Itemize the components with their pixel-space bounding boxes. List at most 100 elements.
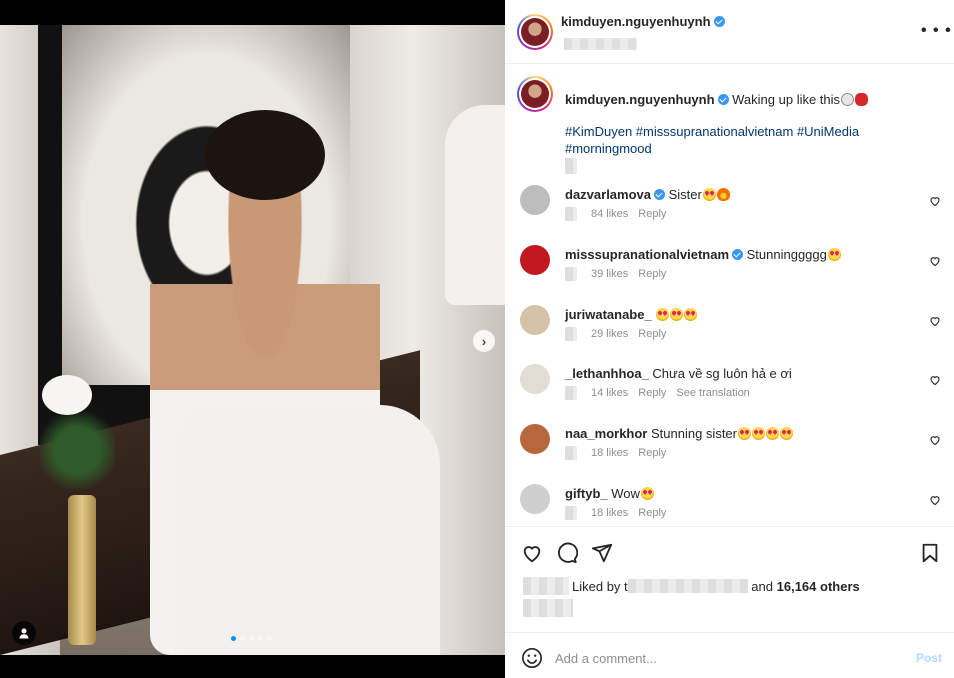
- reply-button[interactable]: Reply: [638, 328, 666, 340]
- heart-eyes-emoji-icon: [780, 427, 793, 440]
- commenter-avatar[interactable]: [520, 484, 550, 514]
- comment-like-heart-icon[interactable]: [929, 255, 941, 267]
- save-bookmark-icon[interactable]: [919, 542, 941, 564]
- reply-button[interactable]: Reply: [638, 507, 666, 519]
- post-side-panel: kimduyen.nguyenhuynh • • • kimduyen.nguy…: [505, 0, 954, 678]
- carousel-dot: [267, 636, 272, 641]
- comment-meta: 29 likes Reply: [565, 327, 666, 341]
- reply-button[interactable]: Reply: [638, 447, 666, 459]
- see-translation-button[interactable]: See translation: [676, 387, 749, 399]
- comment-like-heart-icon[interactable]: [929, 195, 941, 207]
- heart-eyes-emoji-icon: [640, 487, 654, 500]
- commenter-username[interactable]: giftyb_: [565, 486, 608, 501]
- blurred-timestamp: [565, 158, 577, 174]
- likes-summary: Liked by t and 16,164 others: [523, 577, 943, 617]
- blurred-comment-time: [565, 267, 577, 281]
- carousel-dot: [258, 636, 263, 641]
- commenter-avatar[interactable]: [520, 364, 550, 394]
- emoji-picker-icon[interactable]: [521, 647, 543, 669]
- likes-others-link[interactable]: 16,164 others: [777, 579, 860, 594]
- commenter-username[interactable]: juriwatanabe_: [565, 307, 652, 322]
- verified-badge-icon: [654, 189, 665, 200]
- carousel-dot: [231, 636, 236, 641]
- comment-likes-count[interactable]: 84 likes: [591, 208, 628, 220]
- comment-row: juriwatanabe_ 29 likes Reply: [517, 305, 942, 361]
- comment-text-line: juriwatanabe_: [565, 306, 698, 323]
- comment-likes-count[interactable]: 18 likes: [591, 507, 628, 519]
- comment-likes-count[interactable]: 29 likes: [591, 328, 628, 340]
- comment-text-line: dazvarlamova Sister: [565, 186, 730, 203]
- reply-button[interactable]: Reply: [638, 387, 666, 399]
- commenter-username[interactable]: naa_morkhor: [565, 426, 647, 441]
- next-photo-button[interactable]: ›: [473, 330, 495, 352]
- fire-emoji-icon: [716, 188, 730, 201]
- heart-eyes-emoji-icon: [766, 427, 779, 440]
- comment-body: Wow: [611, 486, 640, 501]
- share-paper-plane-icon[interactable]: [591, 542, 613, 564]
- more-options-icon[interactable]: • • •: [921, 23, 952, 39]
- post-comment-button[interactable]: Post: [916, 651, 942, 665]
- comment-row: _lethanhhoa_ Chưa về sg luôn hả e ơi 14 l…: [517, 364, 942, 420]
- comment-likes-count[interactable]: 39 likes: [591, 268, 628, 280]
- blurred-location: [564, 38, 637, 50]
- reply-button[interactable]: Reply: [638, 208, 666, 220]
- caption-avatar[interactable]: [517, 76, 553, 112]
- commenter-username[interactable]: dazvarlamova: [565, 187, 651, 202]
- author-avatar[interactable]: [517, 14, 553, 50]
- comment-input[interactable]: [555, 645, 895, 671]
- post-photo[interactable]: [0, 25, 505, 655]
- user-icon: [19, 628, 29, 639]
- verified-badge-icon: [713, 16, 725, 27]
- commenter-avatar[interactable]: [520, 245, 550, 275]
- instagram-post-modal: › kimduyen.nguyenhuynh • • • kimduyen.ng…: [0, 0, 954, 678]
- verified-badge-icon: [732, 249, 743, 260]
- comment-body: Sister: [668, 187, 702, 202]
- heart-eyes-emoji-icon: [656, 308, 670, 321]
- comment-like-heart-icon[interactable]: [929, 494, 941, 506]
- comment-body: Stunninggggg: [746, 247, 827, 262]
- heart-eyes-emoji-icon: [752, 427, 765, 440]
- author-username[interactable]: kimduyen.nguyenhuynh: [561, 14, 725, 29]
- comment-row: dazvarlamova Sister 84 likes Reply: [517, 185, 942, 241]
- comment-body: Chưa về sg luôn hả e ơi: [652, 366, 792, 381]
- comment-meta: 18 likes Reply: [565, 446, 666, 460]
- comment-row: misssupranationalvietnam Stunninggggg 39 …: [517, 245, 942, 301]
- commenter-username[interactable]: misssupranationalvietnam: [565, 247, 729, 262]
- ghost-emoji-icon: [841, 93, 855, 106]
- heart-eyes-emoji-icon: [827, 248, 841, 261]
- lipstick-emoji-icon: [855, 93, 869, 106]
- commenter-username[interactable]: _lethanhhoa_: [565, 366, 649, 381]
- reply-button[interactable]: Reply: [638, 268, 666, 280]
- comment-likes-count[interactable]: 14 likes: [591, 387, 628, 399]
- add-comment-bar: Post: [505, 632, 954, 678]
- heart-eyes-emoji-icon: [702, 188, 716, 201]
- carousel-dot: [249, 636, 254, 641]
- liker-avatars: [523, 577, 569, 595]
- blurred-comment-time: [565, 386, 577, 400]
- blurred-post-date: [523, 599, 573, 617]
- commenter-avatar[interactable]: [520, 424, 550, 454]
- comment-meta: 14 likes Reply See translation: [565, 386, 750, 400]
- comment-likes-count[interactable]: 18 likes: [591, 447, 628, 459]
- comment-like-heart-icon[interactable]: [929, 374, 941, 386]
- carousel-dot: [240, 636, 245, 641]
- commenter-avatar[interactable]: [520, 185, 550, 215]
- heart-eyes-emoji-icon: [738, 427, 751, 440]
- comment-text-line: giftyb_ Wow: [565, 485, 654, 502]
- carousel-dots: [231, 636, 272, 641]
- blurred-comment-time: [565, 506, 577, 520]
- comment-like-heart-icon[interactable]: [929, 434, 941, 446]
- comment-row: giftyb_ Wow 18 likes Reply: [517, 484, 942, 526]
- tagged-users-button[interactable]: [12, 621, 36, 645]
- commenter-avatar[interactable]: [520, 305, 550, 335]
- comment-row: naa_morkhor Stunning sister 18 likes Reply: [517, 424, 942, 480]
- first-liker[interactable]: t: [624, 579, 748, 594]
- caption-text: Waking up like this: [732, 92, 841, 107]
- comment-like-heart-icon[interactable]: [929, 315, 941, 327]
- caption-hashtags[interactable]: #KimDuyen #misssupranationalvietnam #Uni…: [565, 123, 925, 157]
- comments-list[interactable]: kimduyen.nguyenhuynh Waking up like this…: [505, 64, 954, 526]
- caption-username[interactable]: kimduyen.nguyenhuynh: [565, 92, 715, 107]
- heart-eyes-emoji-icon: [684, 308, 698, 321]
- like-heart-icon[interactable]: [521, 542, 543, 564]
- comment-icon[interactable]: [556, 542, 578, 564]
